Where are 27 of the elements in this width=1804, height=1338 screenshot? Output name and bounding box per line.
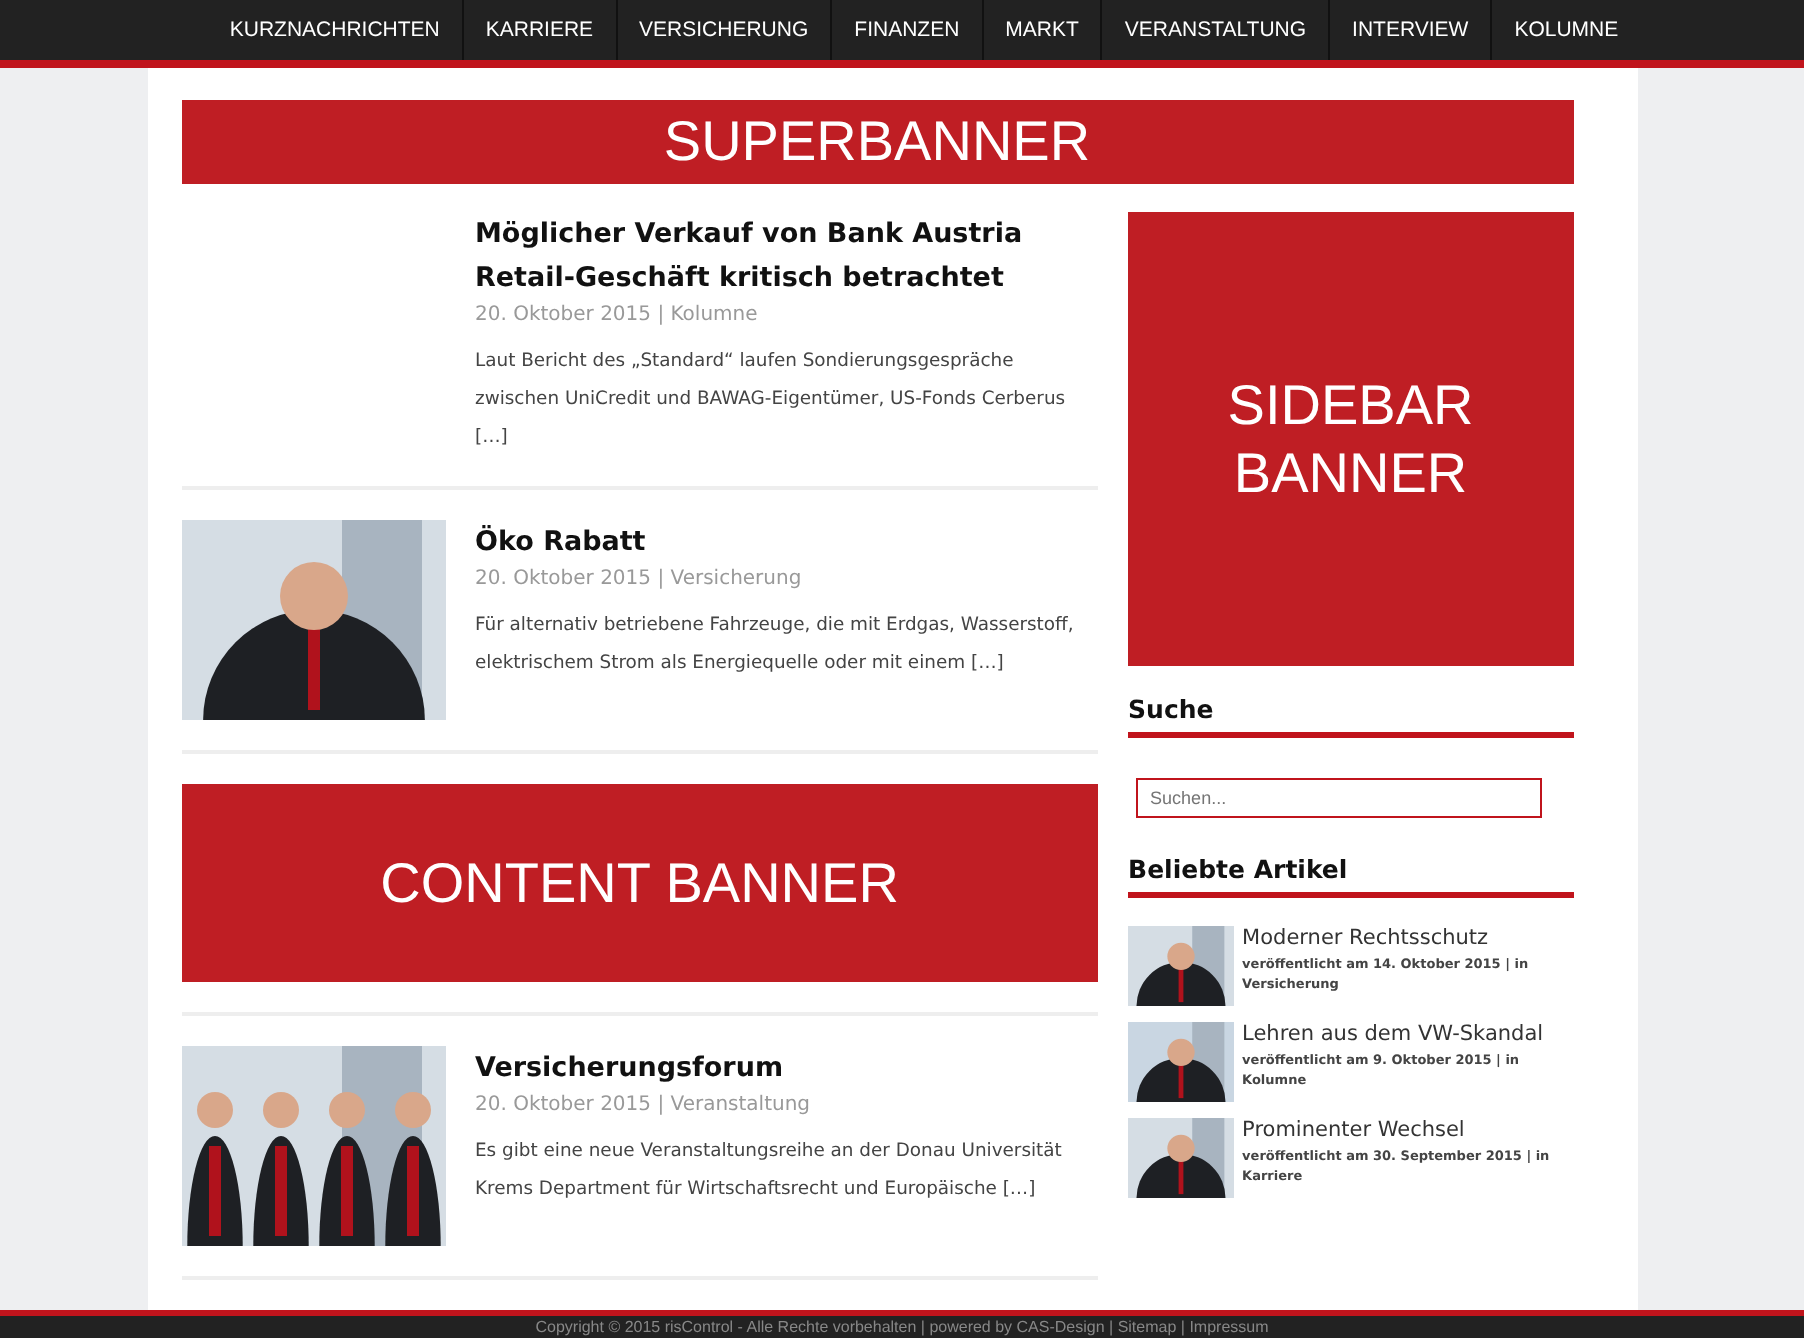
nav-link[interactable]: KURZNACHRICHTEN xyxy=(207,0,462,60)
article-title[interactable]: Versicherungsforum xyxy=(475,1046,1099,1090)
widget-title: Suche xyxy=(1128,666,1573,738)
article-meta: 20. Oktober 2015 | Versicherung xyxy=(475,568,804,590)
ad-banner: SIDEBAR BANNER xyxy=(1128,212,1573,666)
nav-link[interactable]: KOLUMNE xyxy=(1490,0,1641,60)
nav-link[interactable]: INTERVIEW xyxy=(1328,0,1491,60)
ad-banner: CONTENT BANNER xyxy=(181,784,1099,982)
article-meta: 20. Oktober 2015 | Kolumne xyxy=(475,304,760,326)
article-excerpt: Es gibt eine neue Veranstaltungsreihe an der Donau Universität Krems Department für Wirtschaftsrecht und Europäische […] xyxy=(475,1138,1064,1204)
nav-link[interactable]: KARRIERE xyxy=(461,0,616,60)
nav-link[interactable]: FINANZEN xyxy=(830,0,982,60)
widget-title: Beliebte Artikel xyxy=(1128,854,1573,898)
popular-article-link[interactable]: Moderner Rechtsschutz xyxy=(1242,926,1573,950)
search-field[interactable]: Suchen... xyxy=(1136,778,1541,818)
footer-text: Copyright © 2015 risControl - Alle Rechte vorbehalten | powered by CAS-Design | Sitemap | Impressum xyxy=(0,1310,1804,1338)
ad-banner: SUPERBANNER xyxy=(181,100,1573,184)
article-excerpt: Für alternativ betriebene Fahrzeuge, die mit Erdgas, Wasserstoff, elektrischem Strom als Energiequelle oder mit einem […] xyxy=(475,612,1076,678)
popular-article-link[interactable]: Prominenter Wechsel xyxy=(1242,1118,1573,1142)
nav-link[interactable]: MARKT xyxy=(981,0,1101,60)
nav-link[interactable]: VERANSTALTUNG xyxy=(1100,0,1329,60)
nav-link[interactable]: VERSICHERUNG xyxy=(615,0,831,60)
article-title[interactable]: Möglicher Verkauf von Bank Austria Retail-Geschäft kritisch betrachtet xyxy=(475,212,1099,300)
popular-article-link[interactable]: Lehren aus dem VW-Skandal xyxy=(1242,1022,1573,1046)
article-excerpt: Laut Bericht des „Standard“ laufen Sondierungsgespräche zwischen UniCredit und BAWAG-Eigentümer, US-Fonds Cerberus […] xyxy=(475,348,1068,452)
article-title[interactable]: Öko Rabatt xyxy=(475,520,1099,564)
article-meta: 20. Oktober 2015 | Veranstaltung xyxy=(475,1094,813,1116)
